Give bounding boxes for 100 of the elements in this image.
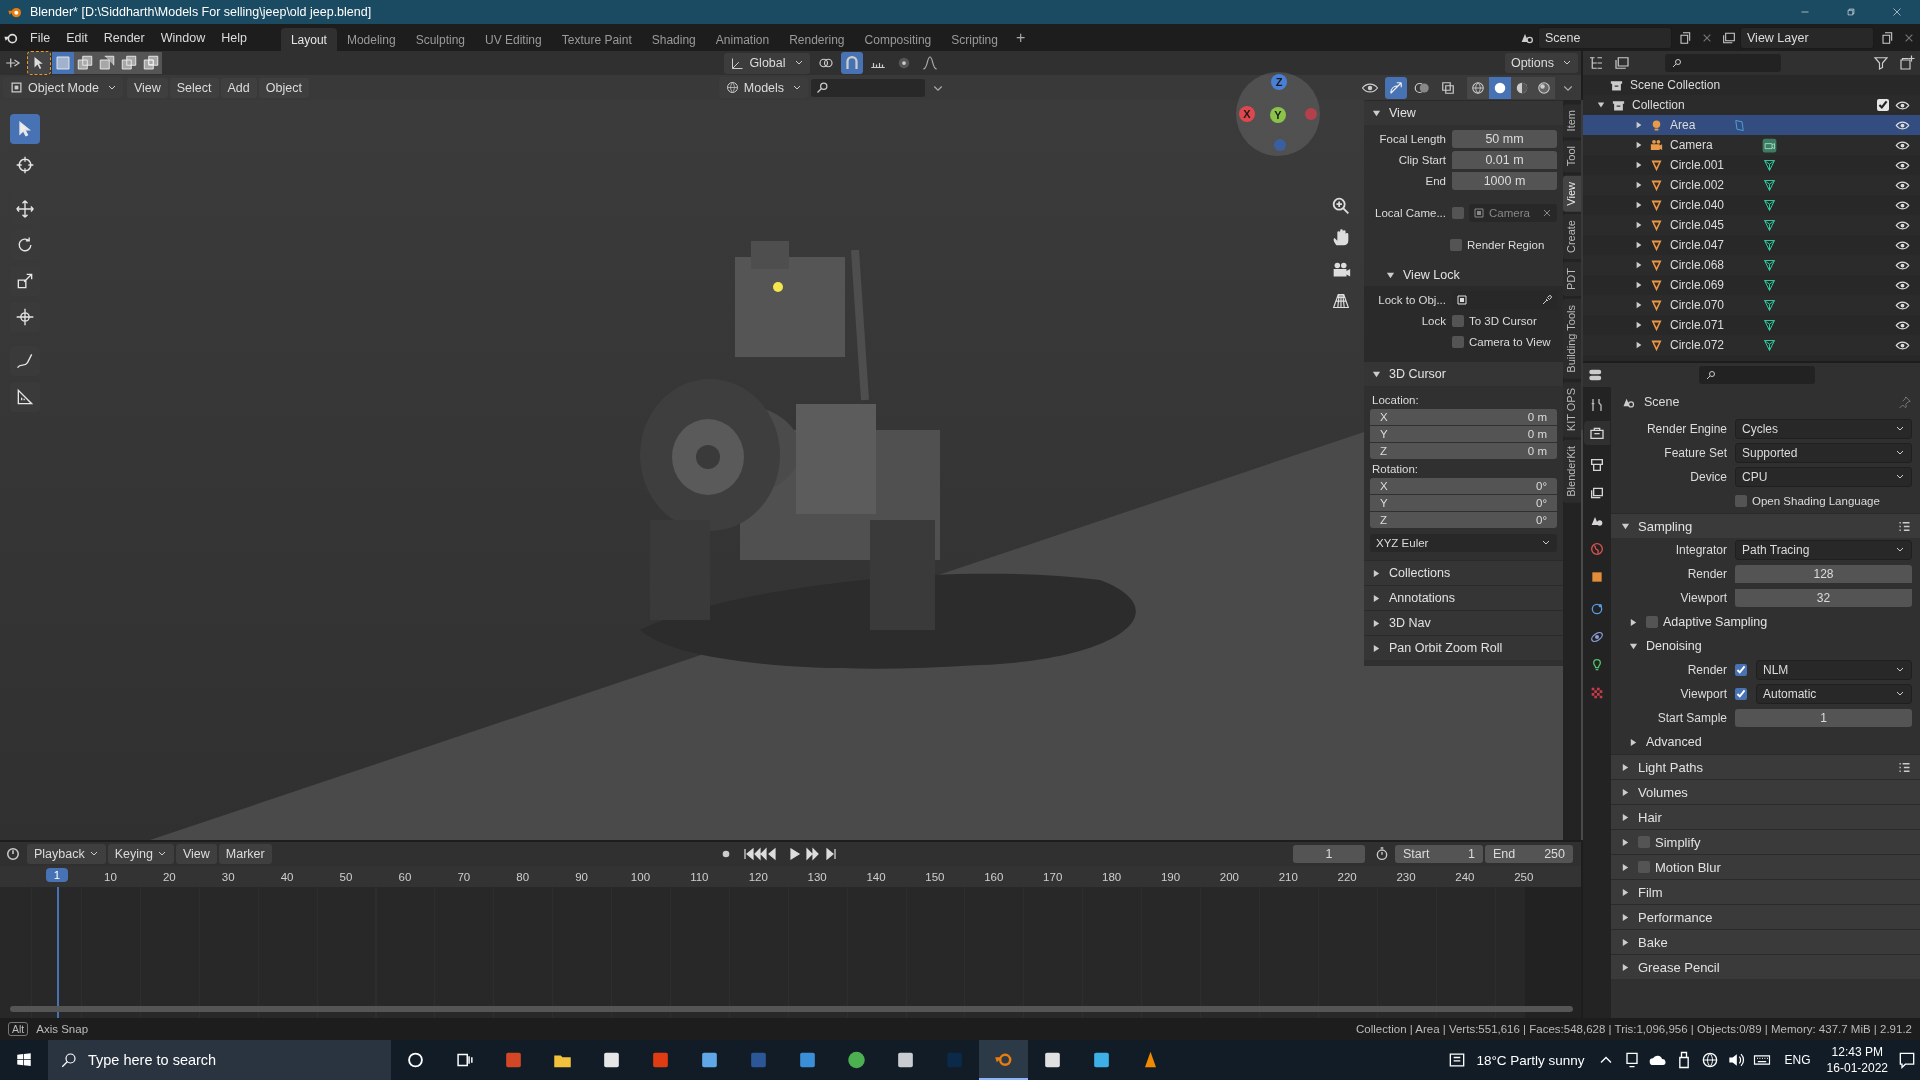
number-field[interactable]: 128 — [1735, 565, 1912, 583]
disclosure-triangle-icon[interactable] — [1372, 568, 1381, 578]
select-mode-icon[interactable] — [52, 52, 74, 74]
menu-item[interactable]: File — [22, 27, 59, 48]
disclosure-triangle-icon[interactable] — [1372, 643, 1381, 653]
disclosure-triangle-icon[interactable] — [1629, 737, 1638, 747]
view-layer-field[interactable]: View Layer — [1740, 26, 1874, 49]
workspace-tab[interactable]: Animation — [705, 28, 780, 51]
dropdown[interactable]: CPU — [1735, 467, 1912, 487]
rotation-mode-dropdown[interactable]: XYZ Euler — [1370, 534, 1557, 552]
workspace-tab[interactable]: Modeling — [336, 28, 406, 51]
expand-triangle-icon[interactable] — [1635, 161, 1643, 169]
weather-text[interactable]: 18°C Partly sunny — [1476, 1052, 1585, 1068]
checkbox[interactable] — [1646, 616, 1658, 628]
panel-header[interactable]: 3D Cursor — [1364, 361, 1563, 386]
panel-title[interactable]: Bake — [1638, 934, 1668, 950]
navigation-gizmo[interactable]: Z X Y — [1234, 70, 1322, 158]
checkbox[interactable] — [1735, 495, 1747, 507]
disclosure-triangle-icon[interactable] — [1621, 837, 1630, 847]
expand-triangle-icon[interactable] — [1635, 341, 1643, 349]
workspace-tab[interactable]: Scripting — [941, 28, 1008, 51]
number-field[interactable]: Z 0° — [1370, 512, 1557, 528]
panel-header[interactable]: Collections — [1364, 560, 1563, 585]
select-mode-icon[interactable] — [118, 52, 140, 74]
copy-icon[interactable] — [1677, 29, 1693, 46]
checkbox[interactable] — [1638, 836, 1650, 848]
sidebar-tab[interactable]: Building Tools — [1563, 299, 1581, 379]
options-dropdown[interactable]: Options — [1504, 53, 1578, 73]
snap-magnet-icon[interactable] — [840, 52, 863, 74]
measure-tool-icon[interactable] — [10, 382, 40, 412]
menu-dropdown[interactable]: Keying — [107, 844, 174, 864]
expand-triangle-icon[interactable] — [1635, 281, 1643, 289]
checkbox[interactable] — [1452, 315, 1464, 327]
panel-title[interactable]: Grease Pencil — [1638, 959, 1720, 975]
disclosure-triangle-icon[interactable] — [1372, 618, 1381, 628]
checkbox[interactable] — [1735, 664, 1747, 676]
disclosure-triangle-icon[interactable] — [1621, 762, 1630, 772]
start-frame-field[interactable]: Start 1 — [1395, 845, 1483, 863]
expand-triangle-icon[interactable] — [1635, 141, 1643, 149]
render-tab-icon[interactable] — [1584, 421, 1610, 445]
shading-mode-icon[interactable] — [1533, 76, 1555, 99]
workspace-tab[interactable]: Layout — [280, 28, 337, 51]
panel-header[interactable]: 3D Nav — [1364, 610, 1563, 635]
disclosure-triangle-icon[interactable] — [1597, 101, 1605, 109]
sidebar-tab[interactable]: KIT OPS — [1563, 381, 1581, 438]
outliner-row[interactable]: Circle.001 — [1583, 155, 1920, 175]
panel-title[interactable]: Hair — [1638, 809, 1662, 825]
playhead-frame[interactable]: 1 — [46, 868, 68, 882]
expand-triangle-icon[interactable] — [1635, 181, 1643, 189]
axis-handle[interactable] — [1274, 139, 1286, 151]
sidebar-tab[interactable]: Create — [1563, 214, 1581, 260]
number-field[interactable]: Z 0 m — [1370, 443, 1557, 459]
gizmo-toggle-icon[interactable] — [1385, 76, 1407, 99]
outliner-row[interactable]: Circle.047 — [1583, 235, 1920, 255]
sidebar-tab[interactable]: PDT — [1563, 262, 1581, 297]
number-field[interactable]: X 0 m — [1370, 409, 1557, 425]
select-mode-icon[interactable] — [140, 52, 162, 74]
search-field[interactable]: Type here to search — [48, 1040, 391, 1080]
expand-triangle-icon[interactable] — [1635, 261, 1643, 269]
menu-item[interactable]: Object — [258, 77, 309, 98]
dropdown[interactable]: Path Tracing — [1735, 540, 1912, 560]
language-indicator[interactable]: ENG — [1784, 1053, 1811, 1067]
sidebar-tab[interactable]: Tool — [1563, 140, 1581, 173]
scene-field[interactable]: Scene — [1538, 26, 1672, 49]
current-frame-field[interactable]: 1 — [1293, 845, 1365, 863]
workspace-tab[interactable]: Rendering — [779, 28, 855, 51]
axis-handle[interactable]: X — [1239, 106, 1255, 122]
disclosure-triangle-icon[interactable] — [1629, 641, 1638, 651]
outliner-item[interactable]: Scene Collection — [1630, 78, 1721, 92]
checkbox[interactable] — [1452, 336, 1464, 348]
shading-mode-icon[interactable] — [1489, 76, 1511, 99]
sidebar-tab[interactable]: Item — [1563, 104, 1581, 138]
panel-title[interactable]: Sampling — [1638, 518, 1693, 534]
menu-item[interactable]: Select — [169, 77, 219, 98]
dropdown[interactable]: Cycles — [1735, 419, 1912, 439]
workspace-tab[interactable]: Texture Paint — [551, 28, 642, 51]
stopwatch-icon[interactable] — [1374, 846, 1390, 862]
outliner-row[interactable]: Circle.069 — [1583, 275, 1920, 295]
workspace-tab[interactable]: Compositing — [854, 28, 942, 51]
end-frame-field[interactable]: End 250 — [1485, 845, 1573, 863]
number-field[interactable]: 50 mm — [1452, 130, 1557, 148]
outliner-row[interactable]: Area — [1583, 115, 1920, 135]
panel-title[interactable]: Simplify — [1655, 834, 1701, 850]
search-field[interactable] — [1699, 366, 1815, 384]
number-field[interactable]: X 0° — [1370, 478, 1557, 494]
panel-title[interactable]: Motion Blur — [1655, 859, 1721, 875]
select-mode-icon[interactable] — [96, 52, 118, 74]
subpanel-title[interactable]: Advanced — [1646, 735, 1702, 749]
orientation-dropdown[interactable]: Global — [724, 52, 810, 74]
disclosure-triangle-icon[interactable] — [1621, 812, 1630, 822]
menu-item[interactable]: Add — [220, 77, 257, 98]
panel-title[interactable]: Film — [1638, 884, 1663, 900]
shading-mode-icon[interactable] — [1467, 76, 1489, 99]
expand-triangle-icon[interactable] — [1635, 121, 1643, 129]
checkbox[interactable] — [1735, 688, 1747, 700]
menu-item[interactable]: Render — [95, 27, 153, 48]
menu-item[interactable]: Window — [152, 27, 214, 48]
shading-mode-icon[interactable] — [1511, 76, 1533, 99]
dropdown[interactable]: Automatic — [1756, 684, 1912, 704]
number-field[interactable]: Y 0 m — [1370, 426, 1557, 442]
